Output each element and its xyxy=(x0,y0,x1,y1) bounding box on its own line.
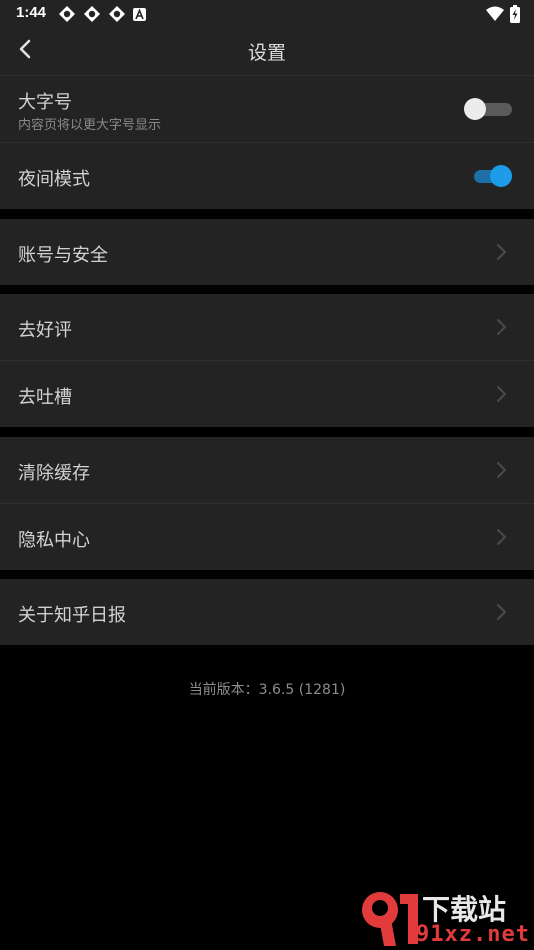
account-security-label: 账号与安全 xyxy=(18,245,108,266)
chevron-right-icon xyxy=(494,242,508,262)
account-group: 账号与安全 xyxy=(0,219,534,285)
version-text: 当前版本：3.6.5 (1281) xyxy=(188,682,346,698)
night-mode-toggle[interactable] xyxy=(474,163,512,189)
about-row[interactable]: 关于知乎日报 xyxy=(0,579,534,645)
feedback-group: 去好评 去吐槽 xyxy=(0,294,534,427)
toggle-knob xyxy=(464,98,486,120)
chevron-right-icon xyxy=(494,317,508,337)
night-mode-label: 夜间模式 xyxy=(18,169,90,190)
watermark-logo-icon xyxy=(362,892,418,946)
large-font-label: 大字号 xyxy=(18,92,72,113)
feedback-row[interactable]: 去吐槽 xyxy=(0,360,534,427)
rate-app-label: 去好评 xyxy=(18,320,72,341)
status-icons-right xyxy=(486,5,520,23)
night-mode-row[interactable]: 夜间模式 xyxy=(0,142,534,209)
wifi-icon xyxy=(486,6,504,22)
watermark: 下载站 91xz.net xyxy=(356,888,532,948)
notification-icon xyxy=(58,5,76,23)
clear-cache-label: 清除缓存 xyxy=(18,463,90,484)
display-settings-group: 大字号 内容页将以更大字号显示 夜间模式 xyxy=(0,76,534,209)
status-time: 1:44 xyxy=(16,4,47,21)
large-font-toggle[interactable] xyxy=(464,96,512,122)
chevron-right-icon xyxy=(494,602,508,622)
clear-cache-row[interactable]: 清除缓存 xyxy=(0,437,534,503)
notification-icon xyxy=(83,5,101,23)
status-bar: 1:44 xyxy=(0,0,534,28)
large-font-sublabel: 内容页将以更大字号显示 xyxy=(18,118,162,133)
page-title: 设置 xyxy=(247,42,286,64)
watermark-url: 91xz.net xyxy=(416,922,530,947)
feedback-label: 去吐槽 xyxy=(18,387,72,408)
privacy-center-label: 隐私中心 xyxy=(18,530,90,551)
storage-privacy-group: 清除缓存 隐私中心 xyxy=(0,437,534,570)
app-bar: 设置 xyxy=(0,28,534,76)
font-a-icon xyxy=(133,7,146,21)
chevron-right-icon xyxy=(494,460,508,480)
rate-app-row[interactable]: 去好评 xyxy=(0,294,534,360)
about-label: 关于知乎日报 xyxy=(18,605,126,626)
chevron-right-icon xyxy=(494,384,508,404)
battery-charging-icon xyxy=(510,5,520,23)
toggle-knob xyxy=(490,165,512,187)
account-security-row[interactable]: 账号与安全 xyxy=(0,219,534,285)
status-icons-left xyxy=(58,5,146,23)
privacy-center-row[interactable]: 隐私中心 xyxy=(0,503,534,570)
notification-icon xyxy=(108,5,126,23)
chevron-right-icon xyxy=(494,527,508,547)
about-group: 关于知乎日报 xyxy=(0,579,534,645)
large-font-row[interactable]: 大字号 内容页将以更大字号显示 xyxy=(0,76,534,142)
